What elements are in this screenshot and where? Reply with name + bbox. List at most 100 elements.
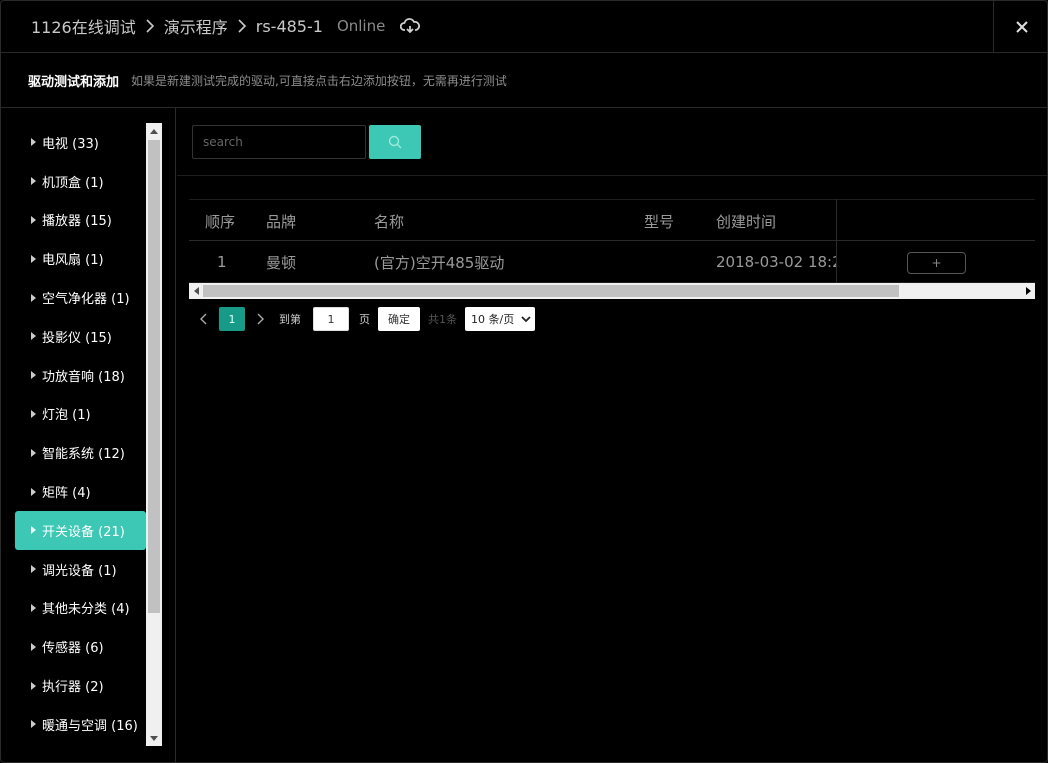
close-icon [1015,21,1028,33]
caret-right-icon [31,448,36,457]
category-list: 电视 (33) 机顶盒 (1) 播放器 (15) 电风扇 (1) 空气净化器 (1) 投影… [15,123,146,744]
sidebar-item-label: 暖通与空调 (16) [42,718,138,734]
close-button[interactable] [993,1,1047,53]
chevron-left-icon [200,313,207,325]
sidebar-item[interactable]: 矩阵 (4) [15,472,146,511]
cell-order: 1 [217,253,227,271]
sidebar-item-label: 其他未分类 (4) [42,602,130,618]
sidebar-item-label: 播放器 (15) [42,214,112,230]
sidebar-item-label: 传感器 (6) [42,641,104,657]
add-driver-button[interactable]: + [907,252,966,274]
search-bar [177,108,1047,176]
sidebar-item-label: 空气净化器 (1) [42,292,130,308]
breadcrumb-item-program[interactable]: 演示程序 [164,14,228,38]
total-count: 共1条 [428,313,457,326]
search-icon [388,135,402,149]
scroll-down-arrow-icon[interactable] [146,730,162,746]
connection-status: Online [336,17,386,35]
sidebar-item-label: 灯泡 (1) [42,408,91,424]
search-button[interactable] [369,125,421,159]
sidebar-item-label: 电视 (33) [42,136,99,152]
sidebar-item-label: 功放音响 (18) [42,369,125,385]
page-size-select[interactable]: 10 条/页 [465,307,535,331]
column-header-created: 创建时间 [716,212,777,231]
sidebar-item[interactable]: 电风扇 (1) [15,239,146,278]
caret-right-icon [31,603,36,612]
sidebar-item[interactable]: 其他未分类 (4) [15,589,146,628]
section-header: 驱动测试和添加 如果是新建测试完成的驱动,可直接点击右边添加按钮，无需再进行测试 [1,54,1047,108]
caret-right-icon [31,565,36,574]
cell-name: (官方)空开485驱动 [374,253,505,272]
sidebar-item[interactable]: 电视 (33) [15,123,146,162]
sidebar-item[interactable]: 智能系统 (12) [15,433,146,472]
column-header-model: 型号 [644,212,675,231]
driver-table: 顺序 品牌 名称 型号 创建时间 1 曼顿 (官方)空开485驱动 2018-0… [189,199,1035,301]
chevron-right-icon [140,16,160,36]
caret-right-icon [31,487,36,496]
breadcrumb: 1126在线调试 演示程序 rs-485-1 Online [31,13,421,39]
horizontal-scrollbar-thumb[interactable] [203,285,899,297]
action-column: + [836,199,1035,283]
sidebar-item[interactable]: 调光设备 (1) [15,550,146,589]
sidebar-item-label: 智能系统 (12) [42,447,125,463]
sidebar-item[interactable]: 灯泡 (1) [15,395,146,434]
chevron-right-icon [232,16,252,36]
column-header-order: 顺序 [205,212,236,231]
goto-confirm-button[interactable]: 确定 [378,307,420,331]
sidebar-item[interactable]: 功放音响 (18) [15,356,146,395]
sidebar-item[interactable]: 执行器 (2) [15,666,146,705]
caret-right-icon [31,681,36,690]
goto-page-input[interactable]: 1 [313,307,349,331]
sidebar-item-label: 开关设备 (21) [42,524,125,540]
cell-brand: 曼顿 [266,253,297,272]
driver-content: 顺序 品牌 名称 型号 创建时间 1 曼顿 (官方)空开485驱动 2018-0… [177,108,1047,762]
goto-label: 到第 [279,313,301,326]
cloud-sync-icon[interactable] [399,15,421,37]
driver-dialog: 1126在线调试 演示程序 rs-485-1 Online 驱动测试和添加 如果… [0,0,1048,763]
page-label: 页 [359,313,370,326]
sidebar-item[interactable]: 机顶盒 (1) [15,162,146,201]
sidebar-item[interactable]: 传感器 (6) [15,627,146,666]
scrollbar-thumb[interactable] [148,140,160,613]
caret-right-icon [31,293,36,302]
caret-right-icon [31,526,36,535]
search-input[interactable] [192,125,366,159]
caret-right-icon [31,215,36,224]
cell-created: 2018-03-02 18:2 [716,253,836,271]
scroll-up-arrow-icon[interactable] [146,123,162,139]
sidebar-item-label: 投影仪 (15) [42,330,112,346]
sidebar-item[interactable]: 空气净化器 (1) [15,278,146,317]
breadcrumb-item-project[interactable]: 1126在线调试 [31,14,136,38]
caret-right-icon [31,409,36,418]
sidebar-item[interactable]: 暖通与空调 (16) [15,705,146,744]
caret-right-icon [31,720,36,729]
pagination: 1 到第 1 页 确定 共1条 10 条/页 [189,306,535,332]
scroll-right-arrow-icon[interactable] [1021,283,1035,299]
title-bar: 1126在线调试 演示程序 rs-485-1 Online [1,1,1047,53]
table-horizontal-scrollbar[interactable] [189,283,1035,299]
scroll-left-arrow-icon[interactable] [189,283,203,299]
caret-right-icon [31,177,36,186]
chevron-down-icon [521,315,531,322]
sidebar-item[interactable]: 开关设备 (21) [15,510,146,550]
column-header-name: 名称 [374,212,405,231]
sidebar-item-label: 调光设备 (1) [42,563,117,579]
page-size-value: 10 条/页 [471,313,515,326]
chevron-right-icon [257,313,264,325]
sidebar-item-label: 执行器 (2) [42,680,104,696]
caret-right-icon [31,371,36,380]
sidebar-item-label: 矩阵 (4) [42,486,91,502]
sidebar-item[interactable]: 投影仪 (15) [15,317,146,356]
column-header-brand: 品牌 [266,212,297,231]
page-number-current[interactable]: 1 [219,307,245,331]
caret-right-icon [31,138,36,147]
section-hint: 如果是新建测试完成的驱动,可直接点击右边添加按钮，无需再进行测试 [131,74,507,88]
sidebar-scrollbar[interactable] [146,123,162,746]
next-page-button[interactable] [245,306,275,332]
sidebar-item[interactable]: 播放器 (15) [15,201,146,240]
caret-right-icon [31,642,36,651]
prev-page-button[interactable] [189,306,219,332]
sidebar-item-label: 电风扇 (1) [42,253,104,269]
caret-right-icon [31,254,36,263]
breadcrumb-item-port: rs-485-1 [255,16,323,36]
